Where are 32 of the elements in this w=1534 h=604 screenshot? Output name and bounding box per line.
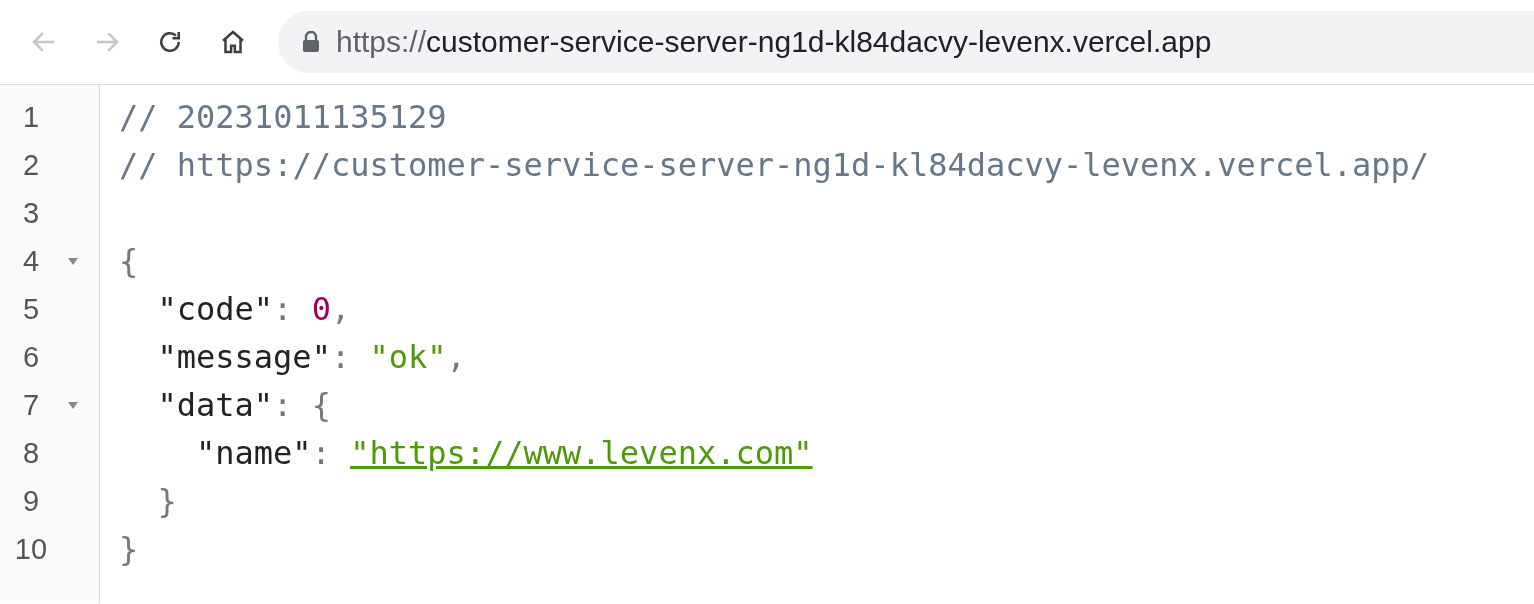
punctuation: { — [311, 385, 331, 426]
json-string: "ok" — [369, 337, 447, 378]
json-key: "message" — [157, 333, 331, 381]
punctuation: : — [273, 385, 294, 426]
punctuation: : — [330, 337, 352, 378]
punctuation: , — [330, 289, 351, 330]
json-link[interactable]: "https://www.levenx.com" — [350, 429, 813, 477]
punctuation: , — [446, 337, 466, 378]
fold-arrow-icon[interactable] — [66, 255, 80, 267]
line-number: 9 — [21, 484, 41, 519]
line-number: 5 — [21, 292, 41, 327]
code-comment: // 20231011135129 — [119, 97, 447, 138]
line-number: 2 — [21, 148, 41, 183]
line-number: 3 — [21, 196, 41, 231]
line-number: 10 — [13, 532, 49, 567]
line-number: 4 — [21, 244, 41, 279]
punctuation: : — [273, 289, 294, 330]
lock-icon[interactable] — [302, 31, 320, 53]
json-key: "name" — [196, 429, 312, 477]
line-number: 8 — [21, 436, 41, 471]
json-key: "code" — [157, 285, 274, 333]
json-key: "data" — [157, 381, 274, 429]
punctuation: } — [119, 529, 139, 570]
line-number: 1 — [21, 100, 41, 135]
punctuation: } — [157, 481, 177, 522]
code-comment: // https://customer-service-server-ng1d-kl84dacvy-levenx.vercel.app/ — [119, 145, 1430, 186]
line-number: 6 — [21, 340, 41, 375]
json-number: 0 — [311, 289, 331, 330]
line-number: 7 — [21, 388, 41, 423]
punctuation: : — [311, 433, 332, 474]
punctuation: { — [119, 241, 139, 282]
fold-arrow-icon[interactable] — [66, 399, 80, 411]
